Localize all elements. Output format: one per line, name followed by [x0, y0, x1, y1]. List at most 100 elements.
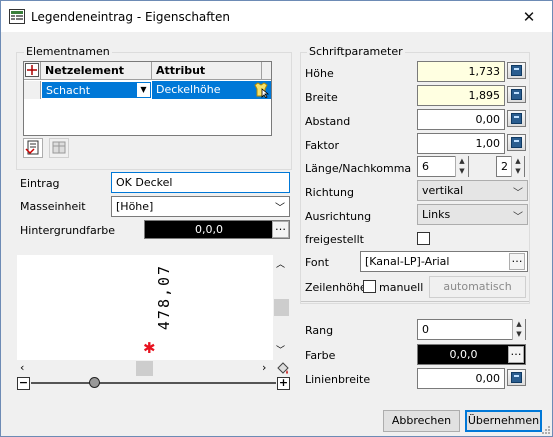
- scroll-up-icon[interactable]: ︿: [276, 257, 285, 270]
- chevron-down-icon: ﹀: [513, 212, 523, 223]
- ausrichtung-value: Links: [422, 208, 451, 221]
- linienbreite-calculator-button[interactable]: [507, 369, 526, 386]
- hintergrundfarbe-field[interactable]: 0,0,0: [144, 220, 290, 239]
- table-header-filler: [262, 62, 271, 80]
- zoom-out-button[interactable]: −: [17, 377, 30, 390]
- calculator-icon: [511, 372, 522, 383]
- rang-value: 0: [422, 323, 429, 336]
- laenge-spin-buttons[interactable]: ▲ ▼: [455, 156, 468, 177]
- app-icon: [9, 9, 25, 24]
- nachkomma-spin-buttons[interactable]: ▲ ▼: [511, 156, 524, 177]
- cell-dropdown-button[interactable]: ▼: [137, 83, 150, 97]
- list-action-button[interactable]: [23, 138, 43, 158]
- vertical-scroll-thumb[interactable]: [274, 299, 289, 316]
- cell-netzelement[interactable]: Schacht ▼: [41, 81, 152, 99]
- linienbreite-label: Linienbreite: [305, 373, 371, 386]
- chevron-down-icon: ﹀: [513, 188, 523, 199]
- rang-stepper[interactable]: 0: [417, 319, 526, 340]
- cancel-button[interactable]: Abbrechen: [383, 410, 460, 432]
- preview-value-text: 478,07: [155, 263, 173, 331]
- elementnamen-group-title: Elementnamen: [24, 45, 112, 58]
- richtung-value: vertikal: [422, 184, 464, 197]
- chevron-down-icon: ﹀: [275, 203, 285, 214]
- freigestellt-checkbox[interactable]: [417, 232, 430, 245]
- dialog-window: Legendeneintrag - Eigenschaften ✕ Elemen…: [0, 0, 553, 437]
- table-corner[interactable]: [24, 62, 41, 80]
- hintergrundfarbe-value: 0,0,0: [195, 223, 223, 236]
- richtung-select[interactable]: vertikal ﹀: [417, 180, 528, 201]
- zeilenhoehe-label: Zeilenhöhe: [305, 281, 367, 294]
- eintrag-input[interactable]: OK Deckel: [111, 172, 290, 193]
- column-header-netzelement[interactable]: Netzelement: [41, 62, 152, 80]
- abstand-calculator-button[interactable]: [507, 110, 526, 127]
- rang-label: Rang: [305, 324, 334, 337]
- preview-vertical-scrollbar[interactable]: ︿ ﹀: [273, 255, 290, 360]
- zoom-in-button[interactable]: +: [277, 377, 290, 390]
- laenge-value: 6: [422, 160, 429, 173]
- eintrag-label: Eintrag: [20, 177, 60, 190]
- scroll-right-icon[interactable]: ›: [262, 361, 266, 374]
- add-row-icon: [25, 63, 39, 77]
- attribute-picker-icon[interactable]: [253, 82, 269, 98]
- nachkomma-value: 2: [501, 160, 508, 173]
- faktor-calculator-button[interactable]: [507, 134, 526, 151]
- font-label: Font: [305, 256, 329, 269]
- farbe-picker-button[interactable]: …: [508, 346, 524, 363]
- fill-color-icon[interactable]: [275, 361, 290, 376]
- abstand-input[interactable]: 0,00: [417, 109, 505, 130]
- title-bar[interactable]: Legendeneintrag - Eigenschaften ✕: [1, 1, 552, 32]
- element-table[interactable]: Netzelement Attribut Schacht ▼ Deckelhöh…: [23, 61, 272, 136]
- farbe-label: Farbe: [305, 349, 336, 362]
- hintergrundfarbe-label: Hintergrundfarbe: [20, 224, 116, 237]
- abstand-label: Abstand: [305, 115, 351, 128]
- insertion-point-marker: ✱: [143, 339, 156, 357]
- window-title: Legendeneintrag - Eigenschaften: [31, 10, 230, 24]
- scroll-left-icon[interactable]: ‹: [20, 361, 24, 374]
- font-value: [Kanal-LP]-Arial: [365, 255, 450, 268]
- automatisch-button[interactable]: automatisch: [429, 276, 526, 298]
- zoom-track[interactable]: [31, 382, 276, 384]
- calculator-icon: [511, 113, 522, 124]
- cell-attribut[interactable]: Deckelhöhe: [152, 81, 271, 99]
- rang-spin-buttons[interactable]: ▲ ▼: [512, 319, 525, 340]
- richtung-label: Richtung: [305, 186, 354, 199]
- laenge-nachkomma-label: Länge/Nachkomma: [305, 162, 412, 175]
- calculator-icon: [511, 65, 522, 76]
- schriftparameter-group-title: Schriftparameter: [307, 45, 405, 58]
- freigestellt-label: freigestellt: [305, 233, 364, 246]
- hoehe-calculator-button[interactable]: [507, 62, 526, 79]
- scroll-down-icon[interactable]: ﹀: [276, 343, 285, 356]
- row-selector[interactable]: [24, 81, 41, 99]
- preview-horizontal-scrollbar[interactable]: ‹ ›: [17, 360, 273, 377]
- cell-attribut-text: Deckelhöhe: [156, 83, 221, 96]
- faktor-label: Faktor: [305, 139, 339, 152]
- masseinheit-select[interactable]: [Höhe] ﹀: [111, 196, 290, 217]
- close-button[interactable]: ✕: [506, 1, 552, 32]
- resize-grip-icon[interactable]: [541, 425, 551, 435]
- document-edit-icon: [25, 140, 39, 155]
- calculator-icon: [511, 137, 522, 148]
- breite-label: Breite: [305, 91, 338, 104]
- faktor-input[interactable]: 1,00: [417, 133, 505, 154]
- hoehe-input[interactable]: 1,733: [417, 61, 505, 82]
- zoom-slider-thumb[interactable]: [89, 377, 100, 388]
- column-header-attribut[interactable]: Attribut: [152, 62, 262, 80]
- calculator-icon: [511, 89, 522, 100]
- masseinheit-value: [Höhe]: [116, 200, 154, 213]
- separator-line: [301, 301, 529, 302]
- hintergrundfarbe-picker-button[interactable]: …: [272, 221, 289, 238]
- ausrichtung-select[interactable]: Links ﹀: [417, 204, 528, 225]
- list-action-button-disabled[interactable]: [49, 138, 69, 158]
- font-picker-button[interactable]: …: [509, 253, 525, 270]
- horizontal-scroll-thumb[interactable]: [136, 361, 153, 376]
- masseinheit-label: Masseinheit: [20, 200, 86, 213]
- zeilenhoehe-manuell-checkbox[interactable]: [363, 280, 376, 293]
- breite-input[interactable]: 1,895: [417, 85, 505, 106]
- font-field[interactable]: [Kanal-LP]-Arial: [360, 251, 528, 272]
- preview-canvas[interactable]: 478,07 ✱: [17, 255, 290, 360]
- linienbreite-input[interactable]: 0,00: [417, 368, 505, 389]
- ok-button[interactable]: Übernehmen: [465, 410, 542, 432]
- table-icon: [52, 141, 66, 154]
- zeilenhoehe-manuell-label: manuell: [379, 281, 424, 294]
- breite-calculator-button[interactable]: [507, 86, 526, 103]
